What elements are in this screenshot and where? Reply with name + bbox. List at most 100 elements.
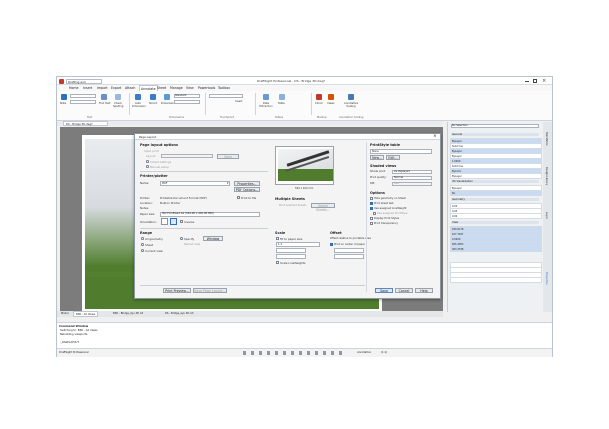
property-row[interactable]: 363.3338 [450, 246, 542, 252]
side-tab-tool-matrix[interactable]: Tool Matrix [545, 132, 548, 146]
views-icon[interactable] [328, 94, 334, 100]
side-tab-layer[interactable]: Layer [545, 212, 548, 219]
save-layout-button[interactable]: Save [217, 153, 239, 159]
specify-radio[interactable] [180, 237, 183, 240]
landscape-icon[interactable] [170, 217, 177, 225]
dimension-icon[interactable] [164, 94, 170, 100]
cloud-icon[interactable] [316, 94, 322, 100]
side-tab-properties[interactable]: Properties [545, 272, 548, 285]
offset-y-field[interactable] [334, 254, 364, 259]
dim-layer-field[interactable] [174, 100, 200, 104]
tab-powertools[interactable]: Powertools [198, 86, 215, 90]
assigned-lineweight-checkbox[interactable] [370, 207, 373, 210]
command-input[interactable]: :_PAGELAYOUT [60, 341, 79, 344]
properties-button[interactable]: Properties... [234, 180, 260, 186]
current-view-radio[interactable] [141, 249, 144, 252]
pdf-options-button[interactable]: PDF Options... [234, 187, 260, 192]
check-spelling-button[interactable]: Check Spelling [113, 102, 123, 108]
auto-dimension-button[interactable]: Auto Dimension [132, 102, 146, 108]
maximize-icon[interactable] [533, 79, 537, 83]
manual-radio[interactable] [146, 165, 149, 168]
auto-dimension-icon[interactable] [135, 94, 141, 100]
print-center-checkbox[interactable] [330, 243, 333, 246]
layout-name-field[interactable] [161, 154, 213, 158]
find-text-button[interactable]: Find Text [99, 102, 110, 105]
select-sheets-button[interactable]: Select Sheets... [311, 203, 335, 212]
tab-toolbox[interactable]: Toolbox [218, 86, 230, 90]
edit-printstyle-button[interactable]: Edit... [386, 155, 400, 160]
tab-import[interactable]: Import [97, 86, 108, 90]
touchpoint-field[interactable] [209, 94, 243, 98]
smart-button[interactable]: Smart [149, 102, 157, 105]
tab-export[interactable]: Export [111, 86, 121, 90]
scale-numerator-field[interactable] [276, 248, 306, 253]
tab-sheet[interactable]: Sheet [157, 86, 166, 90]
all-geometry-radio[interactable] [141, 237, 144, 240]
layout-tab-ds-bridge[interactable]: DS - Bridge_Ayu 3D A3 [165, 312, 193, 315]
inherit-radio[interactable] [146, 160, 149, 163]
note-icon[interactable] [61, 94, 67, 100]
status-scale[interactable]: (1:1) [381, 351, 387, 354]
tab-manage[interactable]: Manage [170, 86, 183, 90]
assigned-printstyle-checkbox[interactable] [373, 212, 376, 215]
layout-tab-bridge-3d[interactable]: B3D - Bridge_Ayu 3D A3 [113, 312, 143, 315]
spelling-icon[interactable] [115, 94, 121, 100]
annotative-scaling-button[interactable]: Annotative Scaling [342, 102, 360, 108]
display-print-styles-checkbox[interactable] [370, 217, 373, 220]
print-preview-button[interactable]: Print Preview... [163, 288, 191, 293]
tab-home[interactable]: Home [69, 86, 78, 90]
layout-tab-a2-views[interactable]: B3D - A2 Views [73, 311, 99, 317]
section-geometry[interactable]: Geometry [451, 198, 539, 201]
minimize-icon[interactable] [525, 80, 529, 82]
note-button[interactable]: Note [60, 102, 66, 105]
cloud-button[interactable]: Cloud [315, 102, 322, 105]
section-3d-visualization[interactable]: 3D Visualization [451, 180, 539, 183]
workspace-dropdown[interactable]: Drafting and Annotation [66, 78, 102, 89]
side-tab-design-library[interactable]: Design Library [545, 167, 548, 185]
tab-view[interactable]: View [186, 86, 194, 90]
data-extraction-icon[interactable] [263, 94, 269, 100]
close-icon[interactable]: × [542, 78, 546, 84]
views-button[interactable]: Views [327, 102, 335, 105]
print-transparency-checkbox[interactable] [370, 222, 373, 225]
text-height-field[interactable] [70, 100, 96, 104]
find-text-icon[interactable] [101, 94, 107, 100]
hide-geometry-checkbox[interactable] [370, 197, 373, 200]
sheet-radio[interactable] [141, 243, 144, 246]
ok-button[interactable]: Save [375, 288, 393, 293]
portrait-icon[interactable] [161, 217, 168, 225]
annotative-scaling-icon[interactable] [348, 94, 354, 100]
scale-dropdown[interactable] [276, 242, 320, 247]
cancel-button[interactable]: Cancel [395, 288, 413, 293]
property-row[interactable]: ByLayer [450, 173, 542, 179]
section-view[interactable]: View [451, 221, 539, 224]
dialog-close-icon[interactable]: × [433, 134, 437, 139]
inverse-checkbox[interactable] [180, 220, 183, 223]
smart-dimension-icon[interactable] [150, 94, 156, 100]
printer-name-dropdown[interactable] [160, 180, 230, 186]
insert-button[interactable]: Insert [235, 100, 242, 103]
fit-to-paper-checkbox[interactable] [276, 237, 279, 240]
printstyle-dropdown[interactable] [370, 149, 432, 154]
offset-x-field[interactable] [334, 248, 364, 253]
print-sheet-last-checkbox[interactable] [370, 202, 373, 205]
new-printstyle-button[interactable]: New... [370, 155, 384, 160]
status-toggle-icons[interactable] [243, 351, 343, 355]
print-to-file-checkbox[interactable] [237, 196, 240, 199]
data-extraction-button[interactable]: Data Extraction [259, 102, 273, 108]
section-general[interactable]: General [451, 133, 539, 136]
scale-lineweights-checkbox[interactable] [276, 261, 279, 264]
tab-attach[interactable]: Attach [125, 86, 135, 90]
property-row[interactable]: 0.00 [450, 213, 542, 219]
window-button[interactable]: Window [203, 236, 223, 241]
layout-tab-model[interactable]: Model [61, 312, 69, 315]
scale-denominator-field[interactable] [276, 254, 306, 259]
save-page-layout-button[interactable]: Save Page Layout... [193, 288, 227, 293]
dimension-button[interactable]: Dimension [161, 102, 175, 105]
help-button[interactable]: Help [415, 288, 433, 293]
text-style-field[interactable] [70, 94, 96, 98]
tab-insert[interactable]: Insert [83, 86, 92, 90]
doc-tab-bridge[interactable]: DS - Bridge 3D.dwg* [63, 121, 108, 126]
table-icon[interactable] [279, 94, 285, 100]
table-button[interactable]: Table [278, 102, 285, 105]
